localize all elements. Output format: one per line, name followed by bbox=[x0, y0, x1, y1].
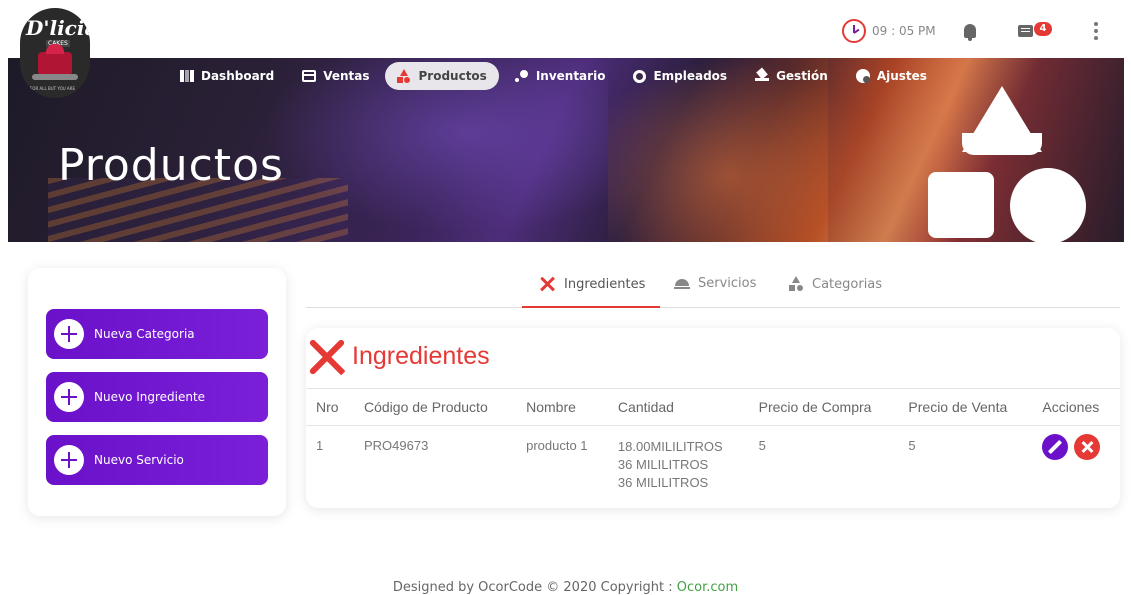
main-nav: Dashboard Ventas Productos Inventario Em… bbox=[168, 62, 943, 90]
tab-categorias[interactable]: Categorias bbox=[788, 276, 882, 292]
nav-label: Ajustes bbox=[876, 69, 927, 83]
brand-logo[interactable]: D'licias CAKES FOR ALL BUT YOU ARE bbox=[20, 8, 90, 98]
footer: Designed by OcorCode © 2020 Copyright : … bbox=[0, 580, 1131, 595]
nav-label: Gestión bbox=[776, 69, 828, 83]
plus-icon bbox=[54, 319, 84, 349]
nav-label: Ventas bbox=[323, 69, 370, 83]
footer-link[interactable]: Ocor.com bbox=[677, 580, 738, 595]
table-row: 1 PRO49673 producto 1 18.00MILILITROS 36… bbox=[306, 426, 1120, 499]
footer-text: Designed by OcorCode © 2020 Copyright : bbox=[392, 580, 677, 595]
column-header: Precio de Venta bbox=[898, 388, 1033, 426]
column-header: Acciones bbox=[1032, 388, 1120, 426]
column-header: Código de Producto bbox=[353, 388, 517, 426]
spoon-fork-icon bbox=[306, 336, 346, 376]
circle-shape-icon bbox=[1010, 168, 1086, 242]
clock-icon bbox=[842, 19, 866, 43]
message-icon[interactable] bbox=[1018, 25, 1033, 37]
shapes-icon bbox=[788, 276, 804, 292]
quantity-line: 18.00MILILITROS bbox=[617, 439, 723, 454]
plus-icon bbox=[54, 382, 84, 412]
logo-motto: FOR ALL BUT YOU ARE bbox=[30, 86, 75, 91]
button-label: Nueva Categoria bbox=[94, 327, 195, 341]
inventory-icon bbox=[514, 70, 529, 82]
nav-item-ajustes[interactable]: Ajustes bbox=[844, 62, 939, 90]
ingredients-card: Ingredientes Nro Código de Producto Nomb… bbox=[306, 328, 1120, 508]
card-title: Ingredientes bbox=[352, 341, 490, 370]
column-header: Nro bbox=[306, 388, 354, 426]
spoon-fork-icon bbox=[538, 276, 556, 292]
card-header: Ingredientes bbox=[306, 336, 490, 376]
layers-icon bbox=[755, 70, 770, 82]
clock-time: 09 : 05 PM bbox=[872, 24, 936, 38]
logo-text: D'licias bbox=[26, 16, 90, 40]
column-header: Precio de Compra bbox=[748, 388, 899, 426]
quantity-line: 36 MILILITROS bbox=[617, 475, 709, 490]
nav-item-gestion[interactable]: Gestión bbox=[743, 62, 840, 90]
nav-item-productos[interactable]: Productos bbox=[385, 62, 499, 90]
shapes-icon bbox=[397, 69, 411, 83]
settings-icon bbox=[855, 69, 870, 83]
column-header: Cantidad bbox=[607, 388, 749, 426]
employees-icon bbox=[633, 69, 647, 83]
tab-label: Categorias bbox=[812, 276, 883, 292]
edit-icon[interactable] bbox=[1042, 434, 1069, 460]
cell-name: producto 1 bbox=[526, 438, 588, 453]
product-tabs: Ingredientes Servicios Categorias bbox=[306, 268, 1120, 308]
bell-icon[interactable] bbox=[964, 24, 976, 41]
new-ingredient-button[interactable]: Nuevo Ingrediente bbox=[46, 372, 268, 422]
tab-ingredientes[interactable]: Ingredientes bbox=[538, 276, 645, 292]
cell-quantity: 18.00MILILITROS 36 MILILITROS 36 MILILIT… bbox=[608, 426, 749, 499]
nav-item-ventas[interactable]: Ventas bbox=[290, 62, 381, 90]
nav-item-inventario[interactable]: Inventario bbox=[503, 62, 618, 90]
page-title: Productos bbox=[58, 140, 284, 191]
clock: 09 : 05 PM bbox=[842, 19, 936, 43]
actions-sidebar: Nueva Categoria Nuevo Ingrediente Nuevo … bbox=[28, 268, 286, 516]
nav-item-empleados[interactable]: Empleados bbox=[621, 62, 739, 90]
nav-label: Inventario bbox=[535, 69, 606, 83]
nav-label: Dashboard bbox=[201, 69, 275, 83]
tab-label: Ingredientes bbox=[564, 276, 646, 292]
message-count-badge: 4 bbox=[1034, 22, 1052, 36]
nav-label: Productos bbox=[418, 69, 487, 83]
top-bar: 09 : 05 PM 4 bbox=[0, 0, 1131, 58]
cake-icon bbox=[38, 44, 72, 74]
cloche-icon bbox=[674, 278, 690, 289]
nav-label: Empleados bbox=[653, 69, 728, 83]
cell-nro: 1 bbox=[316, 438, 324, 453]
dashboard-icon bbox=[180, 70, 194, 82]
more-options-icon[interactable] bbox=[1094, 22, 1098, 40]
square-shape-icon bbox=[928, 172, 994, 238]
button-label: Nuevo Servicio bbox=[94, 453, 184, 467]
cell-sale-price: 5 bbox=[908, 438, 916, 453]
cell-code: PRO49673 bbox=[363, 438, 429, 453]
active-tab-indicator bbox=[522, 306, 660, 308]
cell-purchase-price: 5 bbox=[758, 438, 766, 453]
column-header: Nombre bbox=[516, 388, 608, 426]
tab-servicios[interactable]: Servicios bbox=[674, 276, 756, 291]
quantity-line: 36 MILILITROS bbox=[617, 457, 709, 472]
new-service-button[interactable]: Nuevo Servicio bbox=[46, 435, 268, 485]
nav-item-dashboard[interactable]: Dashboard bbox=[168, 62, 286, 90]
new-category-button[interactable]: Nueva Categoria bbox=[46, 309, 268, 359]
page-banner: Dashboard Ventas Productos Inventario Em… bbox=[8, 58, 1124, 242]
plus-icon bbox=[54, 445, 84, 475]
ingredients-table: Nro Código de Producto Nombre Cantidad P… bbox=[306, 388, 1120, 498]
card-icon bbox=[302, 70, 317, 82]
table-header-row: Nro Código de Producto Nombre Cantidad P… bbox=[306, 388, 1120, 426]
delete-icon[interactable] bbox=[1074, 434, 1101, 460]
button-label: Nuevo Ingrediente bbox=[94, 390, 206, 404]
tab-label: Servicios bbox=[698, 276, 757, 291]
cell-actions bbox=[1032, 426, 1120, 499]
